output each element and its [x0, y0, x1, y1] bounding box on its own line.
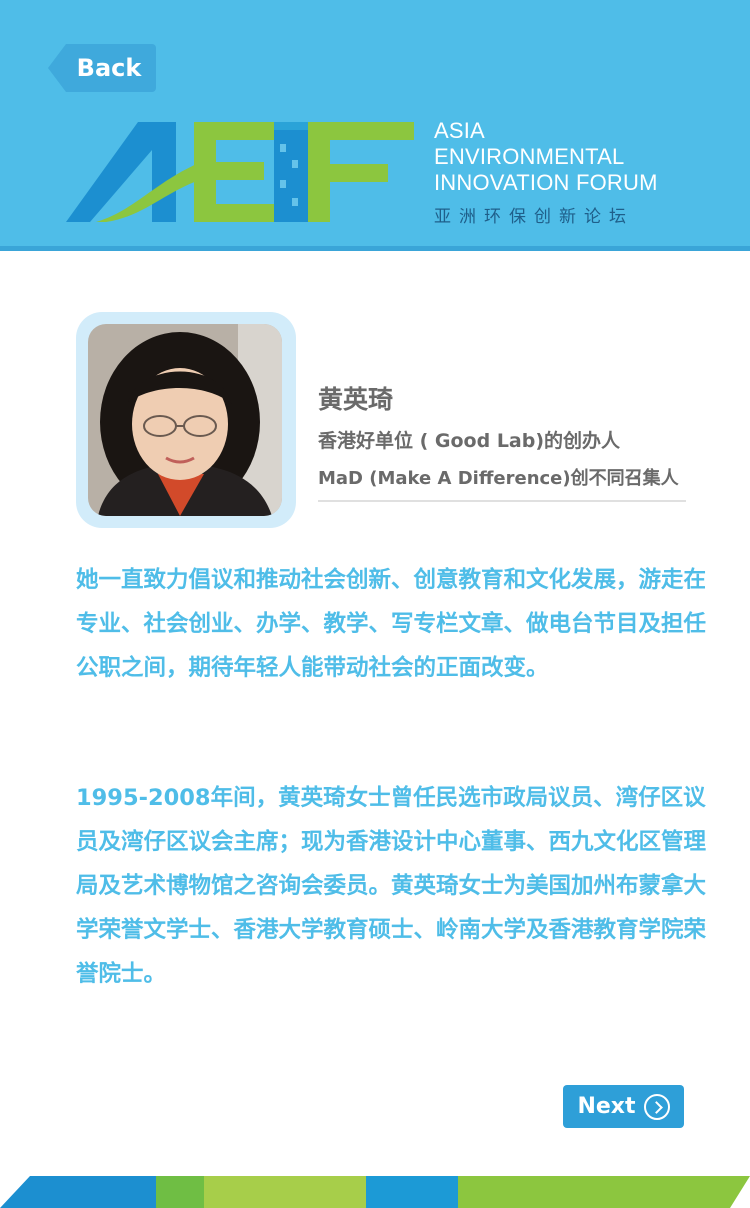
speaker-role-2: MaD (Make A Difference)创不同召集人: [318, 468, 679, 489]
speaker-role-1: 香港好单位 ( Good Lab)的创办人: [318, 430, 621, 452]
bio-paragraph-1: 她一直致力倡议和推动社会创新、创意教育和文化发展，游走在专业、社会创业、办学、教…: [76, 567, 707, 681]
logo-chinese-title: 亚洲环保创新论坛: [434, 207, 634, 227]
next-button[interactable]: Next: [563, 1085, 684, 1128]
logo-text: ASIA ENVIRONMENTAL INNOVATION FORUM: [434, 118, 734, 196]
speaker-name: 黄英琦: [318, 385, 394, 414]
back-button[interactable]: Back: [48, 44, 156, 92]
back-label: Back: [76, 54, 142, 82]
next-label: Next: [577, 1094, 636, 1119]
bio-paragraph-2: 1995-2008年间，黄英琦女士曾任民选市政局议员、湾仔区议员及湾仔区议会主席…: [76, 785, 707, 987]
chevron-right-circle-icon: [643, 1093, 670, 1120]
app-header: Back ASIA ENVIRONMENTAL INNOVATION FORUM…: [0, 0, 750, 251]
aeif-logo: [66, 122, 414, 222]
logo-line-1: ASIA: [434, 118, 485, 143]
profile-photo-frame: [76, 312, 296, 528]
logo-line-2: ENVIRONMENTAL: [434, 144, 625, 169]
footer-color-bar: [0, 1176, 750, 1208]
profile-photo: [88, 324, 282, 516]
divider: [318, 500, 686, 502]
logo-line-3: INNOVATION FORUM: [434, 170, 658, 195]
